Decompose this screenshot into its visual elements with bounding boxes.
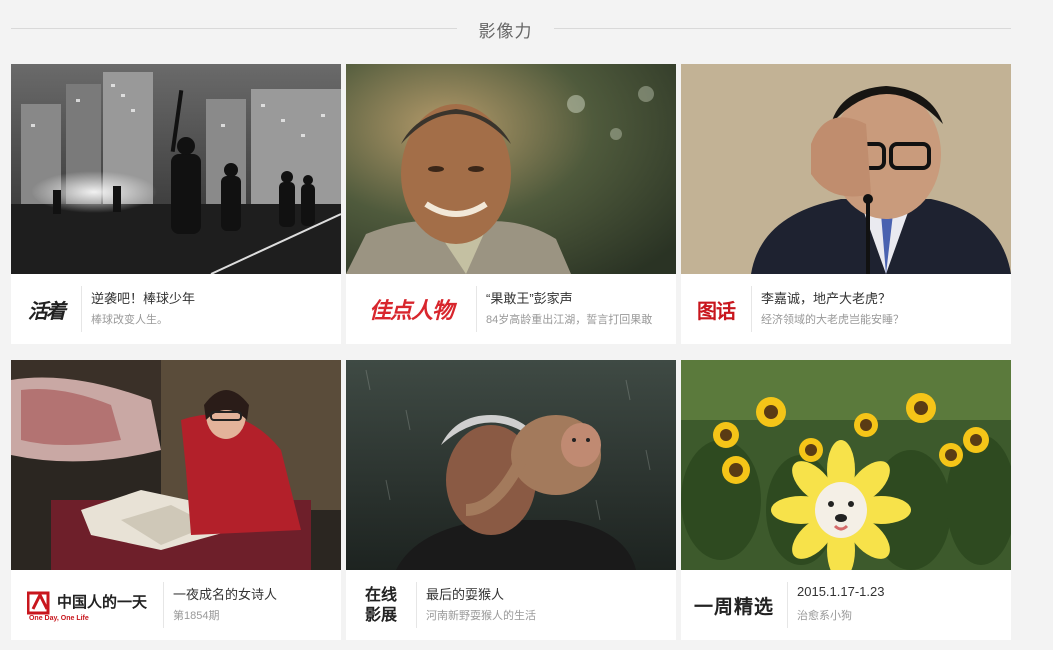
card-description: 经济领域的大老虎岂能安睡？ <box>761 314 904 326</box>
poet-reading-photo[interactable] <box>11 360 341 570</box>
header-divider-left <box>11 28 457 29</box>
card-info: 佳点人物 “果敢王”彭家声 84岁高龄重出江湖，誓言打回果敢 <box>346 274 676 344</box>
zhongguoren-logo-subtitle: One Day, One Life <box>28 614 89 622</box>
card-title[interactable]: 最后的耍猴人 <box>426 584 504 603</box>
card-title[interactable]: 李嘉诚，地产大老虎？ <box>761 288 891 307</box>
monkey-man-photo[interactable] <box>346 360 676 570</box>
photo-card-pengjiasheng[interactable]: 佳点人物 “果敢王”彭家声 84岁高龄重出江湖，誓言打回果敢 <box>346 64 676 344</box>
card-title[interactable]: 2015.1.17-1.23 <box>797 584 884 599</box>
zhongguoren-de-yitian-logo[interactable]: 中国人的一天 One Day, One Life <box>11 582 164 628</box>
card-description: 治愈系小狗 <box>797 610 852 622</box>
card-info: 图话 李嘉诚，地产大老虎？ 经济领域的大老虎岂能安睡？ <box>681 274 1011 344</box>
photo-card-baseball[interactable]: 活着 逆袭吧！棒球少年 棒球改变人生。 <box>11 64 341 344</box>
photo-card-monkey-man[interactable]: 在线 影展 最后的耍猴人 河南新野耍猴人的生活 <box>346 360 676 640</box>
yizhou-jingxuan-logo[interactable]: 一周精选 <box>681 582 788 628</box>
zhongguoren-logo-text: 中国人的一天 <box>56 593 147 611</box>
baseball-players-photo[interactable] <box>11 64 341 274</box>
yizhou-logo-text: 一周精选 <box>693 595 774 618</box>
photo-card-lijiacheng[interactable]: 图话 李嘉诚，地产大老虎？ 经济领域的大老虎岂能安睡？ <box>681 64 1011 344</box>
tuhua-logo-text: 图话 <box>697 300 736 323</box>
sunflower-dog-photo[interactable] <box>681 360 1011 570</box>
card-description: 84岁高龄重出江湖，誓言打回果敢 <box>486 314 653 326</box>
jiadian-renwu-logo[interactable]: 佳点人物 <box>346 286 477 332</box>
section-title: 影像力 <box>478 22 533 41</box>
card-info: 一周精选 2015.1.17-1.23 治愈系小狗 <box>681 570 1011 640</box>
card-info: 活着 逆袭吧！棒球少年 棒球改变人生。 <box>11 274 341 344</box>
photo-card-sunflower-dog[interactable]: 一周精选 2015.1.17-1.23 治愈系小狗 <box>681 360 1011 640</box>
tuhua-logo[interactable]: 图话 <box>681 286 752 332</box>
huozhe-logo-text: 活着 <box>28 298 66 323</box>
card-description: 第1854期 <box>173 610 220 622</box>
zaixian-yingzhan-logo[interactable]: 在线 影展 <box>346 582 417 628</box>
zhongguoren-mark-icon <box>26 591 50 614</box>
zaixian-logo-block: 在线 影展 <box>365 585 397 625</box>
businessman-photo[interactable] <box>681 64 1011 274</box>
card-info: 中国人的一天 One Day, One Life 一夜成名的女诗人 第1854期 <box>11 570 341 640</box>
card-info: 在线 影展 最后的耍猴人 河南新野耍猴人的生活 <box>346 570 676 640</box>
card-title[interactable]: “果敢王”彭家声 <box>486 288 573 307</box>
huozhe-logo[interactable]: 活着 <box>11 286 82 332</box>
card-title[interactable]: 一夜成名的女诗人 <box>173 584 277 603</box>
header-divider-right <box>554 28 1011 29</box>
card-description: 河南新野耍猴人的生活 <box>426 610 536 622</box>
card-description: 棒球改变人生。 <box>91 314 168 326</box>
zaixian-logo-line2: 影展 <box>364 605 397 624</box>
photo-card-poet[interactable]: 中国人的一天 One Day, One Life 一夜成名的女诗人 第1854期 <box>11 360 341 640</box>
card-title[interactable]: 逆袭吧！棒球少年 <box>91 288 195 307</box>
elderly-man-photo[interactable] <box>346 64 676 274</box>
jiadian-logo-text: 佳点人物 <box>368 298 454 323</box>
zhongguoren-logo-block: 中国人的一天 One Day, One Life <box>26 589 147 622</box>
zaixian-logo-line1: 在线 <box>364 585 397 604</box>
section-header: 影像力 <box>11 14 1011 44</box>
